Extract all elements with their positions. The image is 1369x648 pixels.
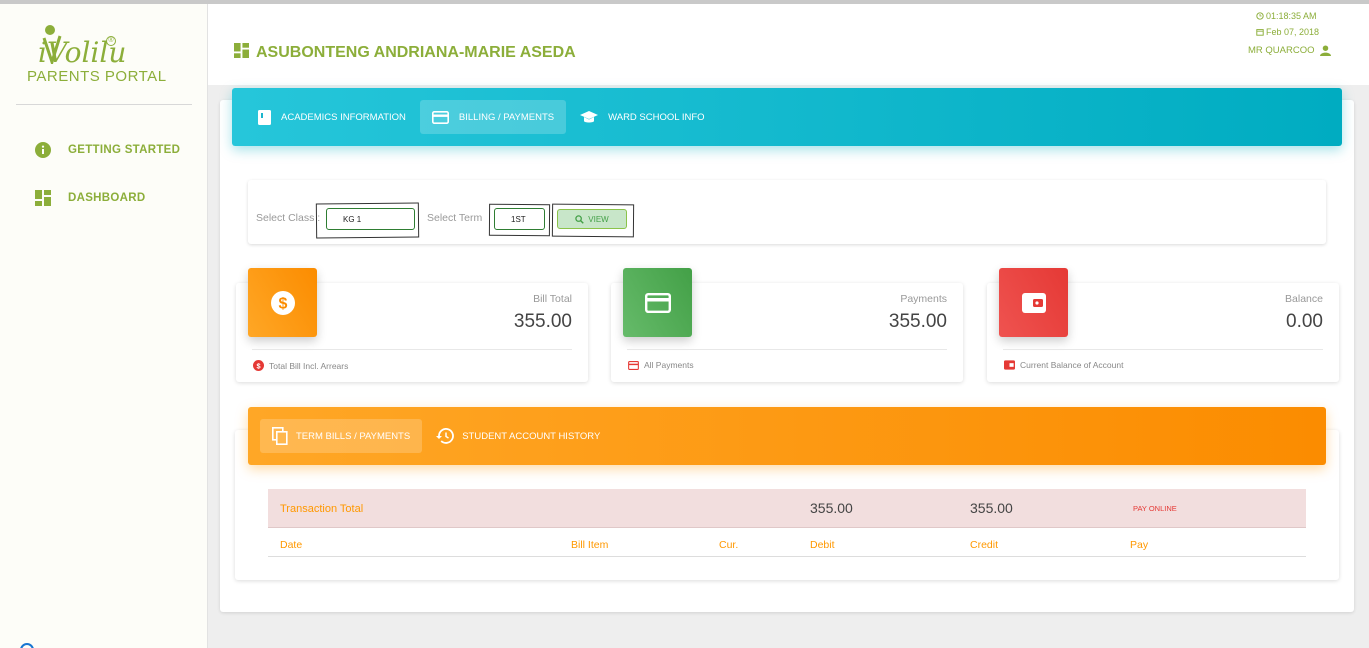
stat-category: Payments [900, 293, 947, 305]
registered-mark: ® [106, 36, 116, 46]
dashboard-icon [35, 190, 51, 206]
term-label: Select Term [427, 212, 483, 224]
info-icon [35, 142, 51, 158]
calendar-icon [1256, 29, 1264, 36]
clock-icon [1256, 12, 1264, 20]
stat-icon-tile: $ [248, 268, 317, 337]
stat-icon-tile [999, 268, 1068, 337]
dollar-icon: $ [270, 290, 295, 315]
tab-academics-information[interactable]: ACADEMICS INFORMATION [246, 100, 418, 134]
class-label: Select Class : [256, 212, 321, 224]
dollar-icon: $ [253, 360, 264, 371]
class-select-value: KG 1 [343, 214, 362, 224]
term-select-value: 1ST [511, 214, 526, 224]
sidebar-item-getting-started[interactable]: GETTING STARTED [35, 139, 180, 161]
stat-footer-text: Current Balance of Account [1020, 360, 1124, 370]
tab-student-account-history[interactable]: STUDENT ACCOUNT HISTORY [424, 419, 612, 453]
total-credit: 355.00 [970, 500, 1013, 516]
class-select[interactable]: KG 1 [326, 208, 415, 230]
svg-text:$: $ [256, 361, 260, 370]
tab-billing-payments[interactable]: BILLING / PAYMENTS [419, 100, 567, 134]
stat-category: Bill Total [533, 293, 572, 305]
stat-footer-text: All Payments [644, 360, 694, 370]
divider [252, 349, 572, 350]
divider [1003, 349, 1323, 350]
stat-footer-text: Total Bill Incl. Arrears [269, 360, 349, 371]
card-icon [628, 360, 639, 370]
stat-value: 355.00 [888, 311, 947, 332]
user-name: MR QUARCOO [1248, 45, 1315, 56]
user-menu[interactable]: MR QUARCOO [1248, 45, 1331, 56]
current-time: 01:18:35 AM [1266, 11, 1317, 21]
column-header-date: Date [280, 539, 303, 551]
term-select[interactable]: 1ST [494, 208, 545, 230]
user-icon [1319, 45, 1331, 56]
tab-label: STUDENT ACCOUNT HISTORY [462, 430, 601, 442]
total-label: Transaction Total [280, 503, 364, 515]
sidebar: iVolilu ® PARENTS PORTAL GETTING STARTED… [0, 4, 208, 648]
stat-footer: Current Balance of Account [1004, 360, 1123, 370]
table-header-row: Date Bill Item Cur. Debit Credit Pay [268, 529, 1306, 557]
stat-card-bill-total: $ Bill Total 355.00 $ Total Bill Incl. A… [236, 268, 588, 382]
tab-label: ACADEMICS INFORMATION [281, 111, 406, 123]
transaction-total-row: Transaction Total 355.00 355.00 PAY ONLI… [268, 489, 1306, 528]
search-icon [575, 214, 585, 224]
tab-ward-school-info[interactable]: WARD SCHOOL INFO [568, 100, 716, 134]
column-header-credit: Credit [970, 539, 999, 551]
copy-icon [272, 427, 288, 445]
student-name: ASUBONTENG ANDRIANA-MARIE ASEDA [256, 44, 576, 61]
section-tabs: ACADEMICS INFORMATION BILLING / PAYMENTS… [232, 88, 1342, 146]
wallet-icon [1004, 360, 1015, 370]
book-icon [258, 109, 271, 125]
stat-card-balance: Balance 0.00 Current Balance of Account [987, 268, 1339, 382]
tab-label: WARD SCHOOL INFO [608, 111, 705, 123]
tab-term-bills-payments[interactable]: TERM BILLS / PAYMENTS [260, 419, 423, 453]
column-header-bill-item: Bill Item [571, 539, 609, 551]
column-header-pay: Pay [1130, 539, 1149, 551]
tab-label: TERM BILLS / PAYMENTS [296, 430, 411, 442]
page-title: ASUBONTENG ANDRIANA-MARIE ASEDA [234, 43, 576, 63]
stat-card-payments: Payments 355.00 All Payments [611, 268, 963, 382]
history-icon [436, 428, 455, 444]
transaction-tabs: TERM BILLS / PAYMENTS STUDENT ACCOUNT HI… [248, 407, 1326, 465]
sidebar-item-label: DASHBOARD [68, 192, 146, 204]
wallet-icon [1021, 292, 1046, 313]
total-debit: 355.00 [810, 500, 853, 516]
view-button-label: VIEW [588, 214, 609, 224]
column-header-debit: Debit [810, 539, 835, 551]
top-header: ASUBONTENG ANDRIANA-MARIE ASEDA 01:18:35… [208, 4, 1369, 85]
stat-footer: All Payments [628, 360, 694, 370]
sidebar-divider [16, 104, 192, 105]
column-header-currency: Cur. [719, 539, 739, 551]
stat-icon-tile [623, 268, 692, 337]
datetime-display: 01:18:35 AM Feb 07, 2018 [1256, 8, 1319, 40]
sidebar-item-dashboard[interactable]: DASHBOARD [35, 187, 145, 209]
stat-value: 355.00 [513, 311, 572, 332]
view-button[interactable]: VIEW [557, 209, 627, 229]
dashboard-icon [234, 43, 249, 63]
stat-value: 0.00 [1286, 311, 1323, 332]
tab-label: BILLING / PAYMENTS [458, 111, 555, 123]
stat-footer: $ Total Bill Incl. Arrears [253, 360, 348, 371]
card-icon [644, 292, 671, 313]
current-date: Feb 07, 2018 [1266, 27, 1320, 37]
graduation-cap-icon [580, 110, 599, 122]
divider [627, 349, 947, 350]
stat-category: Balance [1285, 293, 1323, 305]
sidebar-item-label: GETTING STARTED [68, 144, 181, 156]
svg-text:$: $ [278, 295, 287, 312]
portal-subtitle: PARENTS PORTAL [27, 68, 167, 85]
brand-logo[interactable]: iVolilu ® PARENTS PORTAL [22, 20, 182, 100]
pay-online-link[interactable]: PAY ONLINE [1133, 504, 1177, 513]
filter-panel: Select Class : KG 1 Select Term 1ST VIEW [248, 180, 1326, 244]
credit-card-icon [431, 110, 449, 124]
